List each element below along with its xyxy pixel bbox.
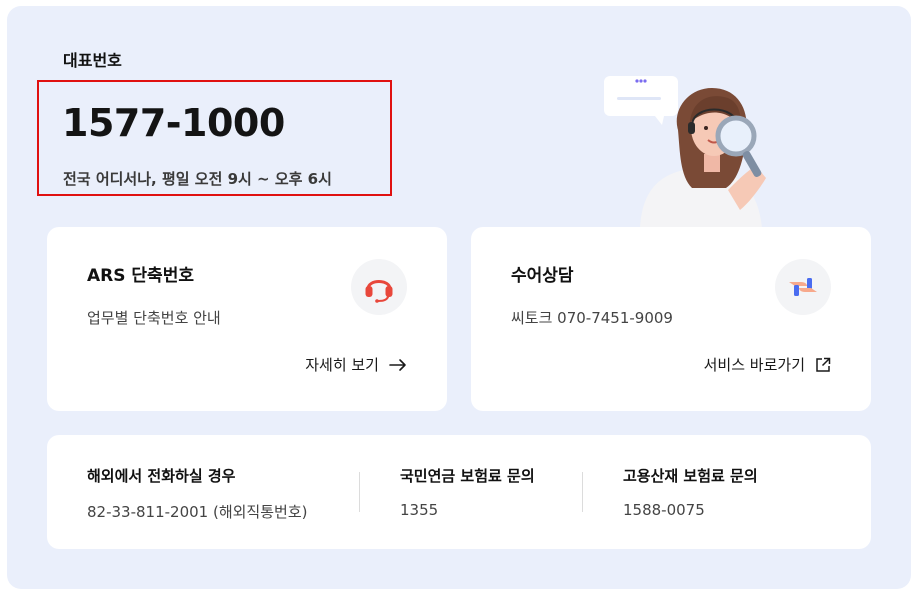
contacts-card: 해외에서 전화하실 경우 82-33-811-2001 (해외직통번호) 국민연…: [47, 435, 871, 549]
rep-hours: 전국 어디서나, 평일 오전 9시 ~ 오후 6시: [63, 170, 332, 188]
employment-contact-title: 고용산재 보험료 문의: [623, 467, 758, 485]
ars-card-title: ARS 단축번호: [87, 266, 194, 286]
agent-illustration: [604, 76, 766, 228]
employment-contact: 고용산재 보험료 문의 1588-0075: [623, 465, 758, 519]
chat-bubble-icon: [604, 76, 678, 125]
ars-detail-link-label: 자세히 보기: [305, 356, 379, 374]
ars-card-desc: 업무별 단축번호 안내: [87, 309, 221, 327]
arrow-right-icon: [389, 358, 406, 371]
sign-service-link-label: 서비스 바로가기: [703, 356, 805, 374]
external-link-icon: [816, 357, 831, 372]
sign-service-link[interactable]: 서비스 바로가기: [704, 354, 831, 375]
overseas-contact-number[interactable]: 82-33-811-2001 (해외직통번호): [87, 501, 308, 522]
pension-contact: 국민연금 보험료 문의 1355: [400, 465, 535, 519]
sign-language-icon: [775, 259, 831, 315]
divider: [582, 472, 583, 512]
divider: [359, 472, 360, 512]
pension-contact-title: 국민연금 보험료 문의: [400, 467, 535, 485]
sign-language-card: 수어상담 씨토크 070-7451-9009 서비스 바로가기: [471, 227, 871, 411]
sign-card-title: 수어상담: [511, 266, 574, 286]
sign-card-desc: 씨토크 070-7451-9009: [511, 309, 673, 327]
ars-detail-link[interactable]: 자세히 보기: [305, 354, 407, 375]
ars-card: ARS 단축번호 업무별 단축번호 안내 자세히 보기: [47, 227, 447, 411]
overseas-contact-title: 해외에서 전화하실 경우: [87, 467, 236, 485]
employment-contact-number[interactable]: 1588-0075: [623, 501, 758, 519]
rep-number-label: 대표번호: [63, 51, 122, 70]
rep-phone-number[interactable]: 1577-1000: [62, 101, 285, 145]
pension-contact-number[interactable]: 1355: [400, 501, 535, 519]
overseas-contact: 해외에서 전화하실 경우 82-33-811-2001 (해외직통번호): [87, 465, 308, 522]
headset-icon: [351, 259, 407, 315]
